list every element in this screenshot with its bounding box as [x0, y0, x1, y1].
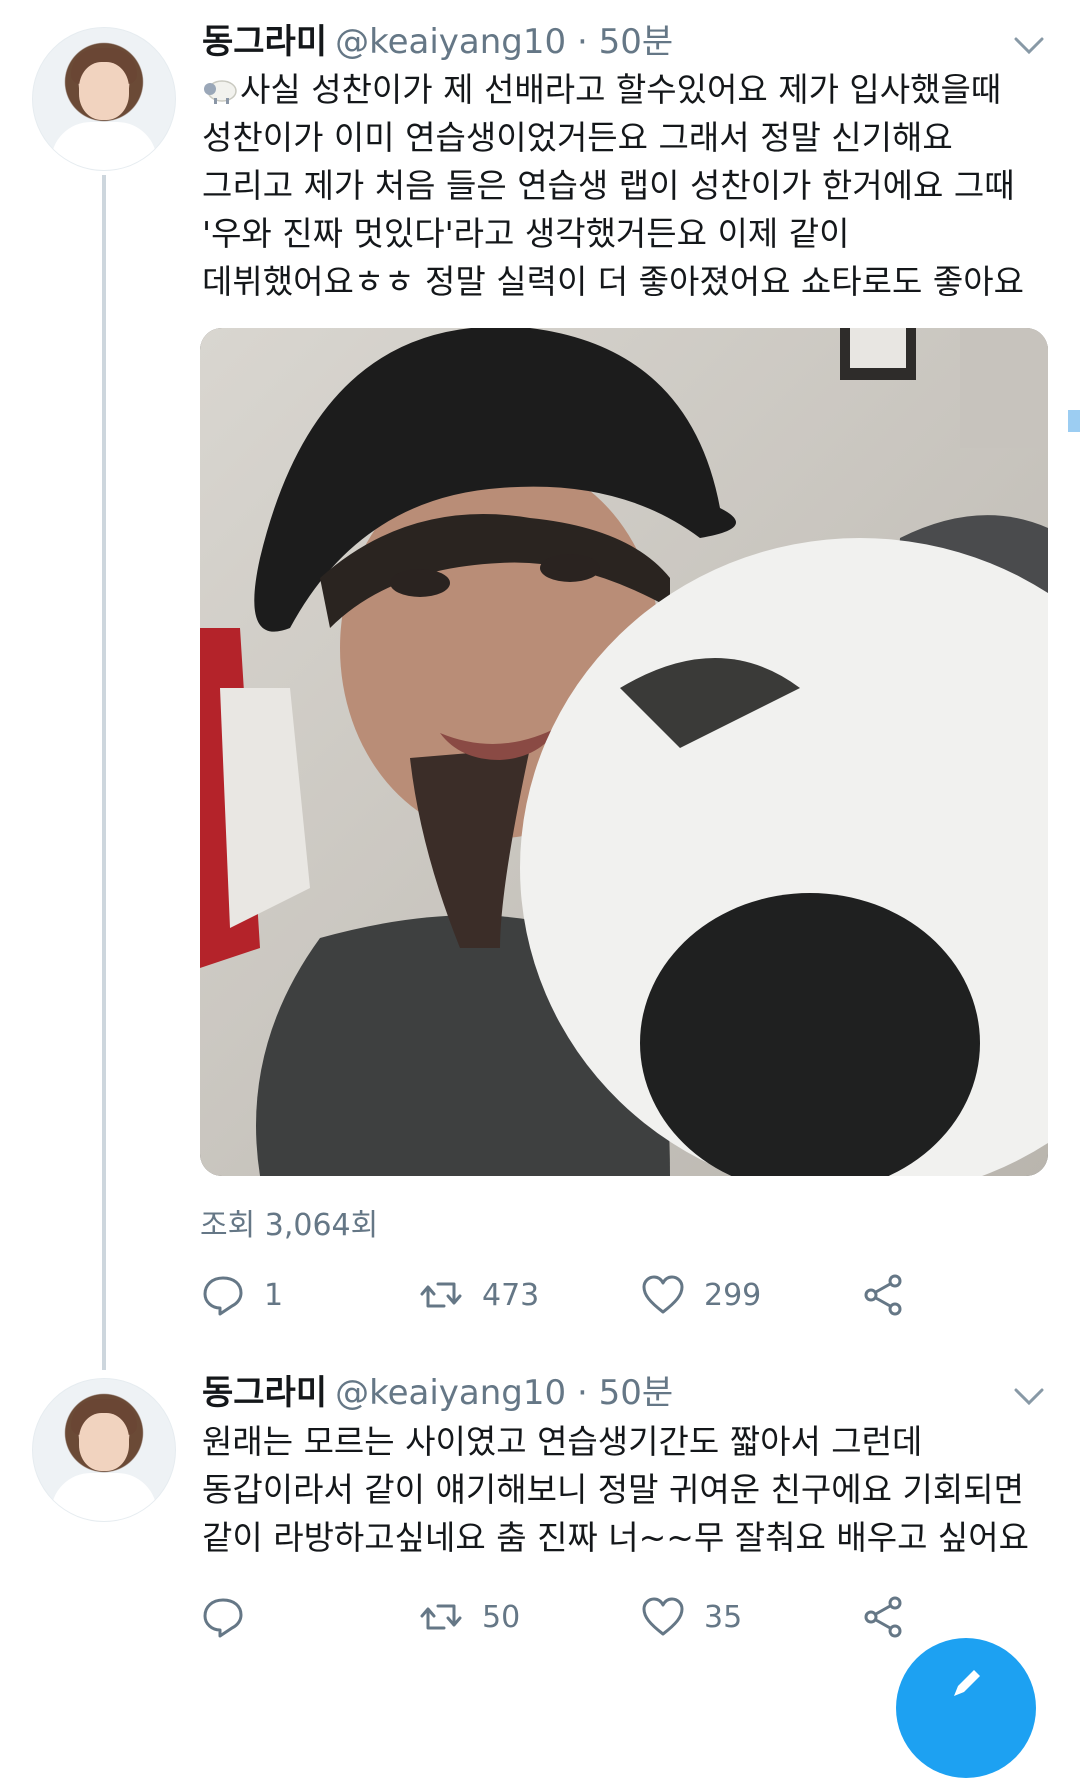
like-icon — [642, 1597, 684, 1636]
display-name[interactable]: 동그라미 — [202, 1373, 327, 1413]
tweet-media-photo[interactable] — [200, 328, 1048, 1176]
tweet-line: 원래는 모르는 사이였고 연습생기간도 짧아서 그런데 — [202, 1422, 923, 1461]
tweet-actions: 1 473 299 — [200, 1270, 920, 1320]
tweet-line-text: 사실 성찬이가 제 선배라고 할수있어요 제가 입사했을때 — [240, 70, 1002, 109]
retweet-count: 50 — [482, 1599, 521, 1635]
chevron-down-icon[interactable] — [1012, 1379, 1046, 1413]
tweet-header: 동그라미 @keaiyang10 · 50분 — [202, 22, 673, 62]
reply-button[interactable] — [200, 1592, 264, 1642]
thread-connector-line — [102, 175, 106, 1370]
share-button[interactable] — [860, 1270, 906, 1320]
handle-and-time[interactable]: @keaiyang10 · 50분 — [335, 22, 673, 62]
tweet-text: 원래는 모르는 사이였고 연습생기간도 짧아서 그런데 동갑이라서 같이 얘기해… — [202, 1418, 1042, 1562]
like-icon — [642, 1275, 684, 1314]
like-count: 299 — [704, 1277, 762, 1313]
scroll-indicator[interactable] — [1068, 410, 1080, 432]
share-icon — [864, 1274, 902, 1316]
retweet-button[interactable]: 473 — [418, 1270, 539, 1320]
avatar-face — [79, 1413, 129, 1471]
display-name[interactable]: 동그라미 — [202, 22, 327, 62]
tweet-text: 사실 성찬이가 제 선배라고 할수있어요 제가 입사했을때 성찬이가 이미 연습… — [202, 66, 1042, 306]
reply-button[interactable]: 1 — [200, 1270, 283, 1320]
tweet-line: '우와 진짜 멋있다'라고 생각했거든요 이제 같이 — [202, 214, 850, 253]
reply-icon — [203, 1276, 243, 1316]
like-count: 35 — [704, 1599, 743, 1635]
tweet-header: 동그라미 @keaiyang10 · 50분 — [202, 1373, 673, 1413]
retweet-button[interactable]: 50 — [418, 1592, 520, 1642]
share-icon — [864, 1596, 902, 1638]
tweet-line: 동갑이라서 같이 얘기해보니 정말 귀여운 친구에요 기회되면 — [202, 1470, 1024, 1509]
view-count: 조회 3,064회 — [200, 1208, 379, 1243]
share-button[interactable] — [860, 1592, 906, 1642]
retweet-icon — [420, 1282, 462, 1308]
like-button[interactable]: 35 — [640, 1592, 742, 1642]
sheep-emoji-icon — [204, 80, 237, 104]
compose-tweet-button[interactable] — [896, 1638, 1036, 1778]
tweet-line: 사실 성찬이가 제 선배라고 할수있어요 제가 입사했을때 — [202, 66, 1042, 114]
like-button[interactable]: 299 — [640, 1270, 761, 1320]
compose-icon — [954, 1670, 980, 1696]
tweet-actions: 50 35 — [200, 1592, 920, 1642]
tweet-line: 데뷔했어요ㅎㅎ 정말 실력이 더 좋아졌어요 쇼타로도 좋아요 — [202, 262, 1024, 301]
reply-icon — [203, 1598, 243, 1638]
retweet-icon — [420, 1604, 462, 1630]
chevron-down-icon[interactable] — [1012, 28, 1046, 62]
avatar-shirt — [51, 1473, 157, 1521]
avatar[interactable] — [32, 27, 176, 171]
retweet-count: 473 — [482, 1277, 540, 1313]
avatar-shirt — [51, 122, 157, 170]
tweet-line: 그리고 제가 처음 들은 연습생 랩이 성찬이가 한거에요 그때 — [202, 166, 1015, 205]
avatar[interactable] — [32, 1378, 176, 1522]
tweet-line: 성찬이가 이미 연습생이었거든요 그래서 정말 신기해요 — [202, 118, 953, 157]
handle-and-time[interactable]: @keaiyang10 · 50분 — [335, 1373, 673, 1413]
photo-illustration — [200, 328, 1048, 1176]
reply-count: 1 — [264, 1277, 284, 1313]
tweet-line: 같이 라방하고싶네요 춤 진짜 너~~무 잘춰요 배우고 싶어요 — [202, 1518, 1030, 1557]
avatar-face — [79, 62, 129, 120]
